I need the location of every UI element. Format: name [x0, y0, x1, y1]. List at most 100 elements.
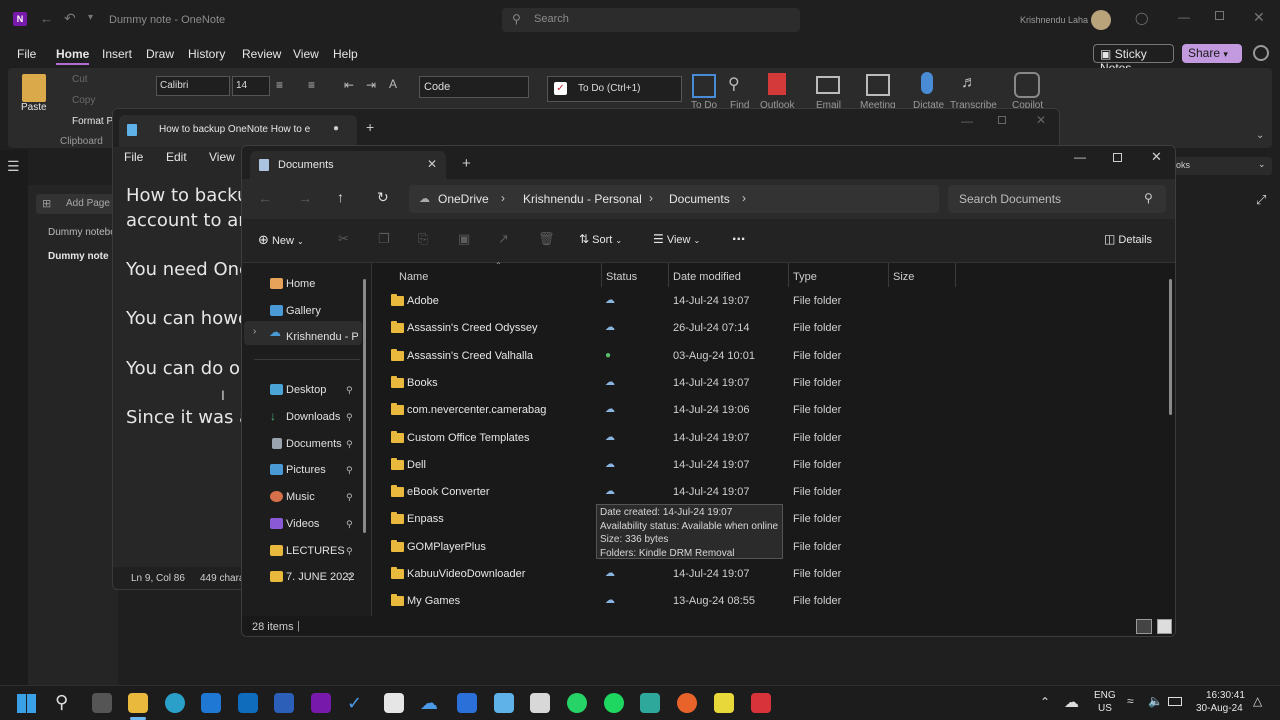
todo-icon[interactable]: ✓	[347, 693, 367, 713]
clear-format-icon[interactable]: A	[389, 77, 397, 91]
search-box[interactable]: ⚲ Search	[502, 8, 800, 32]
bullets-icon[interactable]: ≡	[276, 78, 283, 92]
battery-icon[interactable]	[1168, 697, 1182, 706]
back-icon[interactable]: ←	[40, 11, 53, 26]
hamburger-icon[interactable]: ☰	[7, 158, 20, 175]
nav-scrollbar[interactable]	[363, 279, 366, 533]
pin-icon[interactable]: ⚲	[346, 546, 353, 557]
menu-history[interactable]: History	[188, 47, 225, 61]
nav-june-2022[interactable]: 7. JUNE 2022	[286, 571, 354, 583]
sort-button[interactable]: ⇅ Sort ⌄	[579, 232, 622, 246]
numbering-icon[interactable]: ≡	[308, 78, 315, 92]
new-button[interactable]: ⊕ New ⌄	[258, 232, 304, 248]
column-type[interactable]: Type	[793, 271, 817, 283]
new-tab-icon[interactable]: +	[366, 119, 374, 135]
outlook-icon[interactable]	[238, 693, 258, 713]
whatsapp-icon[interactable]	[567, 693, 587, 713]
text-line[interactable]: How to backup	[126, 185, 260, 206]
notepad-menu-view[interactable]: View	[209, 150, 235, 164]
search-documents-input[interactable]: Search Documents ⚲	[948, 185, 1166, 213]
style-box[interactable]: Code	[419, 76, 529, 98]
outlook-new-icon[interactable]	[201, 693, 221, 713]
breadcrumb-onedrive[interactable]: OneDrive	[438, 192, 489, 206]
details-button[interactable]: ◫ Details	[1104, 232, 1152, 246]
player-icon[interactable]	[714, 693, 734, 713]
forward-arrow-icon[interactable]: →	[298, 190, 312, 206]
region-indicator[interactable]: US	[1098, 703, 1112, 714]
chevron-right-icon[interactable]: ›	[649, 191, 653, 205]
pin-icon[interactable]: ⚲	[346, 519, 353, 530]
notepad-menu-file[interactable]: File	[124, 150, 143, 164]
pin-icon[interactable]: ⚲	[346, 572, 353, 583]
nav-videos[interactable]: Videos	[286, 518, 319, 530]
text-line[interactable]: You can do on	[126, 358, 251, 379]
customize-icon[interactable]: ▾	[88, 12, 93, 23]
expand-icon[interactable]: ⤢	[1256, 192, 1266, 208]
address-bar[interactable]: ☁ OneDrive › Krishnendu - Personal › Doc…	[409, 185, 939, 213]
nav-downloads[interactable]: Downloads	[286, 411, 340, 423]
column-status[interactable]: Status	[606, 271, 637, 283]
breadcrumb-personal[interactable]: Krishnendu - Personal	[523, 192, 642, 206]
nav-desktop[interactable]: Desktop	[286, 384, 326, 396]
share-icon[interactable]: ↗	[498, 231, 509, 247]
notepad-icon[interactable]	[494, 693, 514, 713]
expand-chevron-icon[interactable]: ›	[253, 326, 256, 337]
format-painter-label[interactable]: Format P	[72, 116, 113, 127]
up-arrow-icon[interactable]: ↑	[337, 189, 344, 205]
page-item-selected[interactable]: Dummy note	[48, 251, 109, 262]
undo-icon[interactable]: ↶	[64, 10, 76, 27]
onedrive-tray-icon[interactable]: ☁	[1064, 693, 1079, 711]
share-button[interactable]: Share ▾	[1182, 44, 1242, 63]
avatar[interactable]	[1091, 10, 1111, 30]
main-scrollbar[interactable]	[1169, 279, 1172, 415]
menu-file[interactable]: File	[17, 47, 36, 61]
app-icon[interactable]	[457, 693, 477, 713]
minimize-icon[interactable]: —	[1178, 10, 1190, 24]
word-icon[interactable]	[274, 693, 294, 713]
new-tab-icon[interactable]: +	[462, 155, 471, 172]
paste-label[interactable]: Paste	[21, 102, 47, 113]
volume-icon[interactable]: 🔈	[1148, 694, 1163, 708]
snipping-tool-icon[interactable]	[530, 693, 550, 713]
table-row[interactable]: Assassin's Creed Odyssey ☁ 26-Jul-24 07:14…	[373, 316, 1175, 343]
nav-music[interactable]: Music	[286, 491, 315, 503]
spotify-icon[interactable]	[604, 693, 624, 713]
start-icon[interactable]	[17, 694, 36, 713]
record-icon[interactable]	[1253, 45, 1269, 61]
meeting-icon[interactable]	[866, 74, 890, 96]
back-arrow-icon[interactable]: ←	[258, 190, 272, 206]
text-line[interactable]: You can howe	[126, 308, 249, 329]
outdent-icon[interactable]: ⇤	[344, 78, 354, 92]
table-row[interactable]: Dell ☁ 14-Jul-24 19:07 File folder	[373, 453, 1175, 480]
cut-label[interactable]: Cut	[72, 74, 88, 85]
column-name[interactable]: Name	[399, 271, 428, 283]
menu-insert[interactable]: Insert	[102, 47, 132, 61]
menu-review[interactable]: Review	[242, 47, 281, 61]
table-row[interactable]: Adobe ☁ 14-Jul-24 19:07 File folder	[373, 289, 1175, 316]
table-row[interactable]: My Games ☁ 13-Aug-24 08:55 File folder	[373, 589, 1175, 616]
text-line[interactable]: You need One	[126, 259, 250, 280]
notepad-menu-edit[interactable]: Edit	[166, 150, 187, 164]
copilot-icon[interactable]	[1014, 72, 1040, 98]
column-divider[interactable]	[788, 263, 789, 287]
lightbulb-icon[interactable]: ◯	[1135, 11, 1148, 25]
menu-help[interactable]: Help	[333, 47, 358, 61]
ribbon-collapse-icon[interactable]: ⌄	[1256, 130, 1264, 141]
nav-gallery[interactable]: Gallery	[286, 305, 321, 317]
onedrive-icon[interactable]: ☁	[420, 693, 440, 713]
calendar-icon[interactable]	[384, 693, 404, 713]
table-row[interactable]: com.nevercenter.camerabag ☁ 14-Jul-24 19:0…	[373, 398, 1175, 425]
tiles-view-icon[interactable]	[1157, 619, 1172, 634]
paste-icon[interactable]	[22, 74, 46, 102]
column-size[interactable]: Size	[893, 271, 914, 283]
delete-icon[interactable]: 🗑	[538, 231, 555, 247]
notification-bell-icon[interactable]: △	[1253, 694, 1262, 708]
chevron-right-icon[interactable]: ›	[742, 191, 746, 205]
table-row[interactable]: Books ☁ 14-Jul-24 19:07 File folder	[373, 371, 1175, 398]
copy-label[interactable]: Copy	[72, 95, 95, 106]
nav-lectures[interactable]: LECTURES	[286, 545, 345, 557]
table-row[interactable]: KabuuVideoDownloader ☁ 14-Jul-24 19:07 File…	[373, 562, 1175, 589]
firefox-icon[interactable]	[677, 693, 697, 713]
dictate-icon[interactable]	[921, 72, 933, 94]
details-view-icon[interactable]	[1136, 619, 1152, 634]
